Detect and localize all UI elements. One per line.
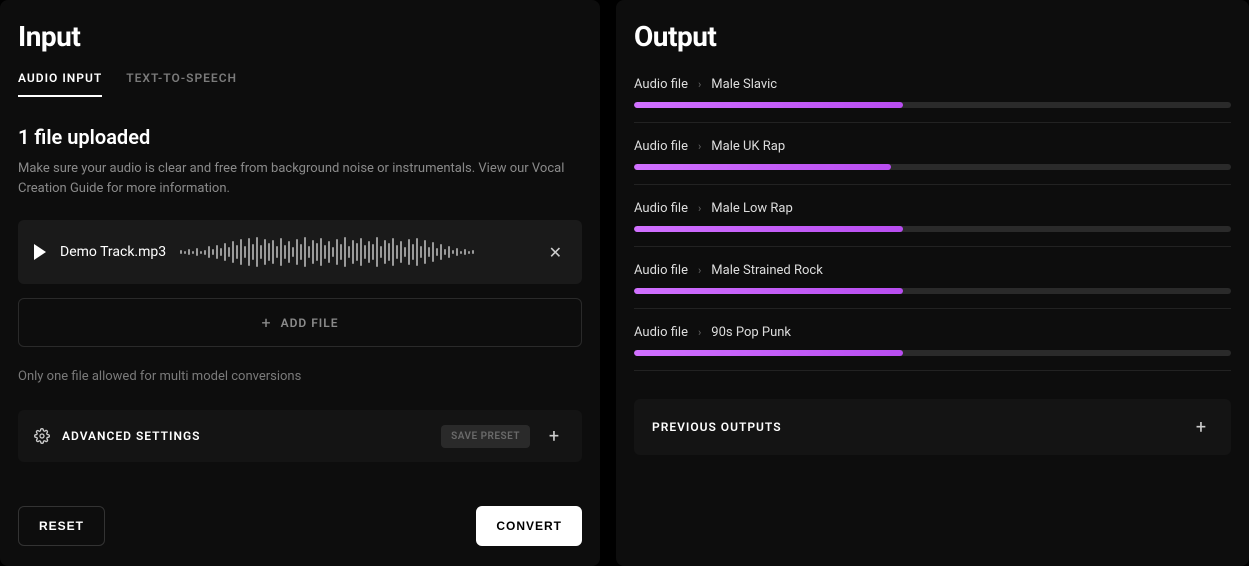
convert-button[interactable]: CONVERT: [476, 506, 582, 546]
progress-track[interactable]: [634, 288, 1231, 294]
file-limit-note: Only one file allowed for multi model co…: [18, 369, 582, 384]
upload-description: Make sure your audio is clear and free f…: [18, 159, 582, 198]
output-source-label: Audio file: [634, 263, 688, 278]
output-title: Output: [634, 20, 1231, 53]
output-item-header: Audio file › 90s Pop Punk: [634, 319, 1231, 350]
output-item: Audio file › Male Low Rap: [634, 195, 1231, 247]
chevron-right-icon: ›: [698, 326, 701, 339]
output-voice-name: Male Strained Rock: [711, 263, 823, 278]
output-item: Audio file › Male Strained Rock: [634, 257, 1231, 309]
progress-fill: [634, 288, 903, 294]
previous-outputs-label: PREVIOUS OUTPUTS: [652, 420, 782, 434]
plus-icon: +: [261, 313, 270, 332]
output-voice-name: Male Slavic: [711, 77, 777, 92]
divider: [634, 184, 1231, 185]
output-voice-name: 90s Pop Punk: [711, 325, 791, 340]
output-source-label: Audio file: [634, 201, 688, 216]
input-title: Input: [18, 20, 582, 53]
output-item-header: Audio file › Male Low Rap: [634, 195, 1231, 226]
divider: [634, 122, 1231, 123]
output-list: Audio file › Male Slavic Audio file › Male UK…: [634, 71, 1231, 381]
output-voice-name: Male UK Rap: [711, 139, 785, 154]
progress-fill: [634, 350, 903, 356]
tab-text-to-speech[interactable]: TEXT-TO-SPEECH: [126, 71, 237, 97]
gear-icon: [34, 428, 50, 444]
input-tabs: AUDIO INPUT TEXT-TO-SPEECH: [18, 71, 582, 97]
progress-fill: [634, 226, 903, 232]
tab-audio-input[interactable]: AUDIO INPUT: [18, 71, 102, 97]
progress-fill: [634, 102, 903, 108]
divider: [634, 308, 1231, 309]
output-item: Audio file › Male UK Rap: [634, 133, 1231, 185]
output-item-header: Audio file › Male Slavic: [634, 71, 1231, 102]
output-source-label: Audio file: [634, 77, 688, 92]
input-footer: RESET CONVERT: [18, 476, 582, 546]
chevron-right-icon: ›: [698, 264, 701, 277]
output-panel: Output Audio file › Male Slavic Audio file ›…: [616, 0, 1249, 566]
output-item: Audio file › Male Slavic: [634, 71, 1231, 123]
file-name: Demo Track.mp3: [60, 244, 166, 260]
progress-track[interactable]: [634, 164, 1231, 170]
output-item-header: Audio file › Male Strained Rock: [634, 257, 1231, 288]
output-item-header: Audio file › Male UK Rap: [634, 133, 1231, 164]
divider: [634, 246, 1231, 247]
input-panel: Input AUDIO INPUT TEXT-TO-SPEECH 1 file …: [0, 0, 600, 566]
waveform[interactable]: [180, 236, 530, 268]
progress-track[interactable]: [634, 350, 1231, 356]
chevron-right-icon: ›: [698, 202, 701, 215]
upload-heading: 1 file uploaded: [18, 125, 582, 149]
save-preset-button[interactable]: SAVE PRESET: [441, 425, 530, 448]
add-file-button[interactable]: + ADD FILE: [18, 298, 582, 347]
progress-fill: [634, 164, 891, 170]
play-icon[interactable]: [34, 244, 46, 260]
advanced-settings-label: ADVANCED SETTINGS: [62, 429, 429, 443]
chevron-right-icon: ›: [698, 140, 701, 153]
output-source-label: Audio file: [634, 325, 688, 340]
chevron-right-icon: ›: [698, 78, 701, 91]
uploaded-file-row: Demo Track.mp3 ✕: [18, 220, 582, 284]
expand-advanced-icon[interactable]: +: [542, 424, 566, 448]
output-source-label: Audio file: [634, 139, 688, 154]
add-file-label: ADD FILE: [281, 316, 339, 330]
progress-track[interactable]: [634, 102, 1231, 108]
previous-outputs-row[interactable]: PREVIOUS OUTPUTS +: [634, 399, 1231, 455]
output-voice-name: Male Low Rap: [711, 201, 793, 216]
advanced-settings-row[interactable]: ADVANCED SETTINGS SAVE PRESET +: [18, 410, 582, 462]
expand-previous-icon[interactable]: +: [1189, 415, 1213, 439]
output-item: Audio file › 90s Pop Punk: [634, 319, 1231, 371]
progress-track[interactable]: [634, 226, 1231, 232]
reset-button[interactable]: RESET: [18, 506, 105, 546]
divider: [634, 370, 1231, 371]
remove-file-icon[interactable]: ✕: [545, 239, 566, 266]
